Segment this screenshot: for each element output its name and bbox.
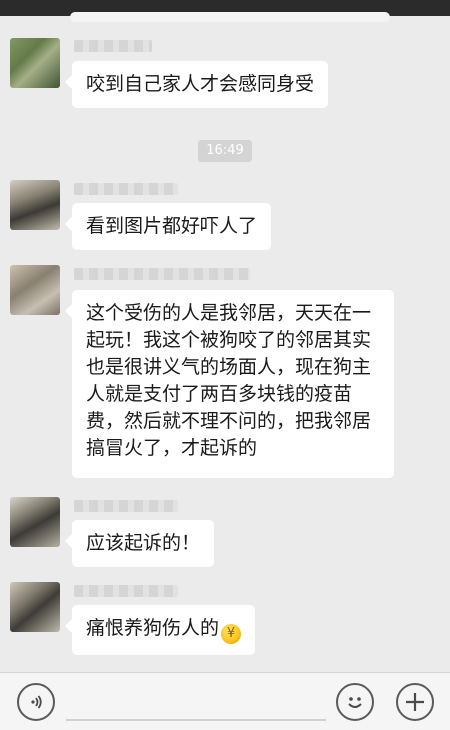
voice-wave-icon: [31, 695, 42, 709]
message-line: 起玩！我这个被狗咬了的邻居其实: [86, 329, 372, 351]
message-text: 痛恨养狗伤人的: [86, 617, 220, 639]
message-line: 费，然后就不理不问的，把我邻居: [86, 410, 372, 432]
sender-name: [74, 183, 178, 195]
input-bar: [0, 672, 450, 730]
plus-icon[interactable]: [396, 683, 434, 721]
message-line: 搞冒火了，才起诉的: [86, 437, 258, 459]
message-line: 人就是支付了两百多块钱的疫苗: [86, 383, 353, 405]
avatar[interactable]: [10, 265, 60, 315]
coin-emoji-icon: ¥: [221, 624, 242, 644]
voice-icon[interactable]: [17, 683, 55, 721]
chat-screen: 咬到自己家人才会感同身受 16:49 看到图片都好吓人了 这个受伤的人是我邻居，…: [0, 0, 450, 730]
message-bubble[interactable]: 看到图片都好吓人了: [64, 203, 272, 250]
message-bubble[interactable]: 应该起诉的！: [64, 520, 215, 567]
avatar[interactable]: [10, 180, 60, 230]
status-bar: [0, 0, 450, 22]
message-text: 咬到自己家人才会感同身受: [86, 73, 315, 95]
smiley-face-icon: [348, 697, 362, 708]
message-input[interactable]: [66, 719, 326, 721]
avatar[interactable]: [10, 582, 60, 632]
message-text: 看到图片都好吓人了: [86, 215, 258, 237]
message-text: 应该起诉的！: [86, 532, 201, 554]
message-bubble[interactable]: 痛恨养狗伤人的 ¥: [64, 605, 256, 655]
sender-name: [74, 40, 152, 52]
smiley-icon[interactable]: [336, 683, 374, 721]
avatar[interactable]: [10, 497, 60, 547]
sender-name: [74, 500, 178, 512]
sender-name: [74, 268, 250, 280]
message-line: 这个受伤的人是我邻居，天天在一: [86, 302, 372, 324]
sender-name: [74, 585, 178, 597]
message-line: 也是很讲义气的场面人，现在狗主: [86, 356, 372, 378]
message-bubble[interactable]: 咬到自己家人才会感同身受: [64, 61, 329, 108]
timestamp: 16:49: [198, 140, 252, 162]
message-bubble[interactable]: 这个受伤的人是我邻居，天天在一 起玩！我这个被狗咬了的邻居其实 也是很讲义气的场…: [65, 290, 394, 478]
avatar[interactable]: [10, 38, 60, 88]
plus-sign-icon: [406, 693, 424, 711]
